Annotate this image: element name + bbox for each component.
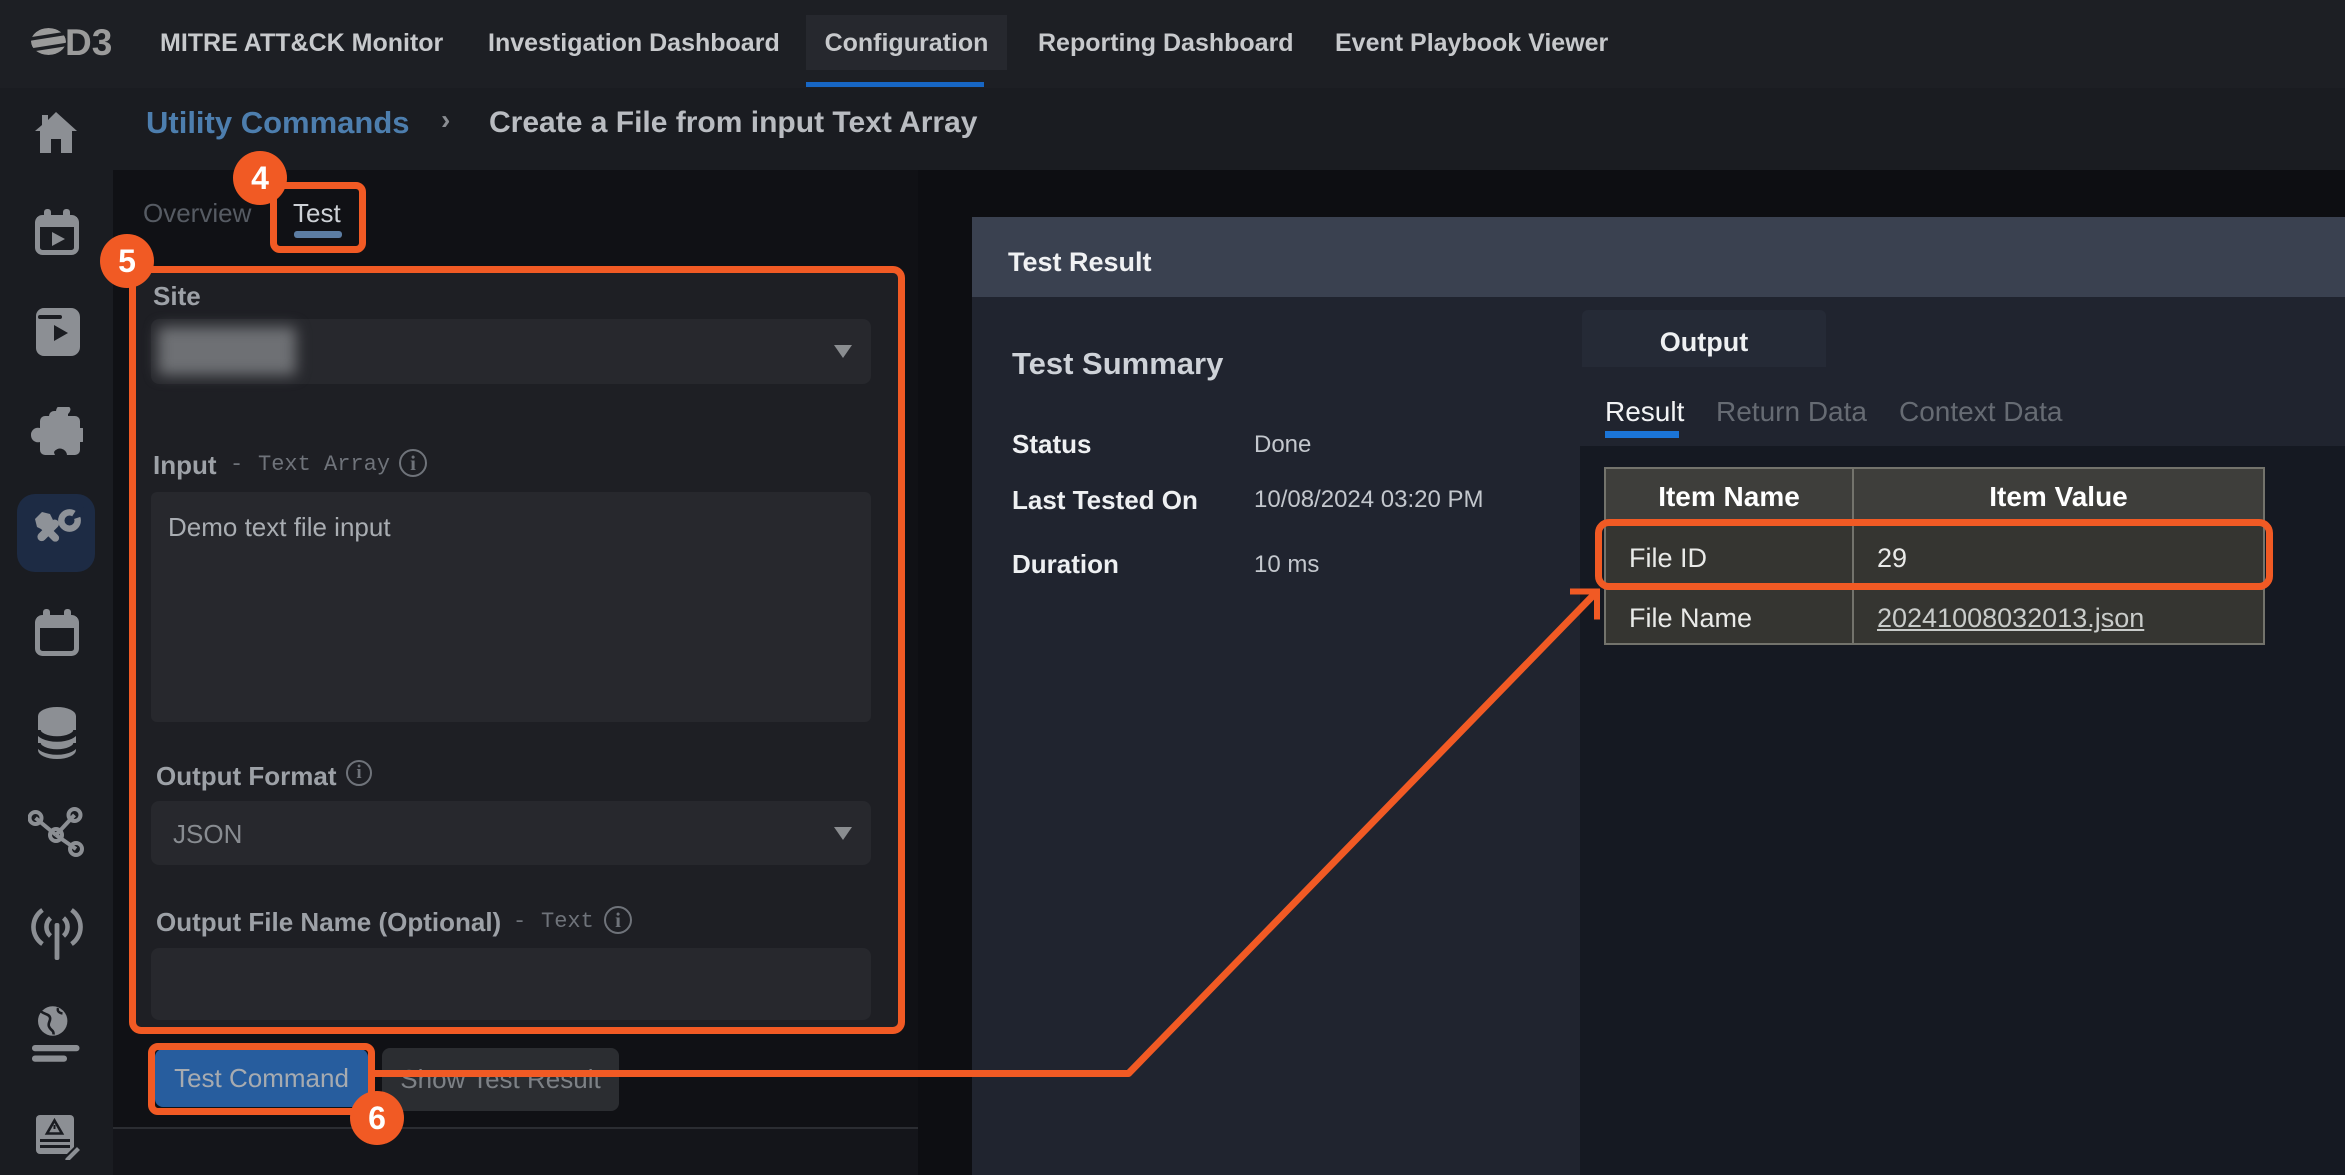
svg-text:D3: D3 [65, 28, 112, 62]
